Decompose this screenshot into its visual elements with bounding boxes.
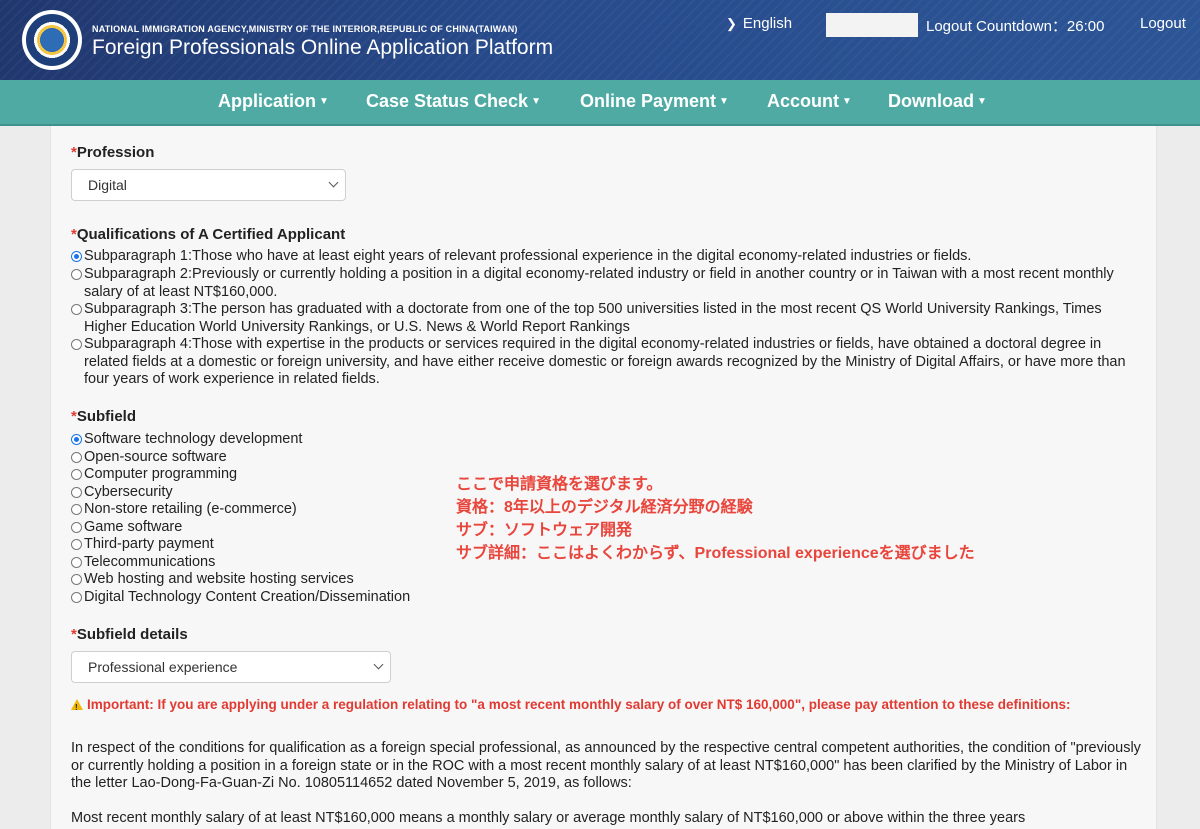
language-switch[interactable]: ❯ English bbox=[726, 15, 792, 32]
subfield-option[interactable]: Telecommunications bbox=[71, 554, 464, 572]
subfield-option[interactable]: Computer programming bbox=[71, 466, 464, 484]
important-notice: Important: If you are applying under a r… bbox=[71, 697, 1131, 716]
chevron-down-icon bbox=[373, 659, 384, 670]
radio[interactable] bbox=[71, 504, 82, 515]
radio-selected[interactable] bbox=[71, 251, 82, 262]
subfield-option[interactable]: Cybersecurity bbox=[71, 484, 464, 502]
platform-title[interactable]: Foreign Professionals Online Application… bbox=[92, 36, 553, 60]
radio[interactable] bbox=[71, 451, 82, 463]
chevron-down-icon bbox=[328, 177, 339, 188]
caret-down-icon: ▼ bbox=[719, 96, 729, 107]
salary-definition-paragraph: Most recent monthly salary of at least N… bbox=[71, 810, 1026, 826]
profession-select[interactable]: Digital bbox=[71, 169, 346, 201]
nav-account[interactable]: Account ▼ bbox=[767, 91, 852, 112]
radio[interactable] bbox=[71, 469, 82, 480]
radio[interactable] bbox=[71, 591, 82, 603]
qualification-option-4[interactable]: Subparagraph 4:Those with expertise in t… bbox=[71, 336, 1134, 389]
nav-online-payment[interactable]: Online Payment ▼ bbox=[580, 91, 729, 112]
agency-name: NATIONAL IMMIGRATION AGENCY,MINISTRY OF … bbox=[92, 24, 518, 34]
warning-icon bbox=[71, 699, 83, 716]
radio[interactable] bbox=[71, 539, 82, 550]
nav-case-status-check[interactable]: Case Status Check ▼ bbox=[366, 91, 541, 112]
subfield-option[interactable]: Open-source software bbox=[71, 449, 464, 467]
radio[interactable] bbox=[71, 269, 82, 280]
logout-countdown: Logout Countdown：26:00 bbox=[926, 18, 1105, 35]
qualifications-label: *Qualifications of A Certified Applicant bbox=[71, 226, 346, 243]
qualification-option-3[interactable]: Subparagraph 3:The person has graduated … bbox=[71, 301, 1134, 336]
qualification-option-2[interactable]: Subparagraph 2:Previously or currently h… bbox=[71, 266, 1134, 301]
radio[interactable] bbox=[71, 304, 82, 315]
radio[interactable] bbox=[71, 486, 82, 498]
subfield-option[interactable]: Game software bbox=[71, 519, 464, 537]
subfield-details-select[interactable]: Professional experience bbox=[71, 651, 391, 683]
radio[interactable] bbox=[71, 556, 82, 568]
agency-logo[interactable] bbox=[22, 10, 82, 70]
qualification-option-1[interactable]: Subparagraph 1:Those who have at least e… bbox=[71, 248, 1134, 266]
radio-selected[interactable] bbox=[71, 434, 82, 445]
logout-link[interactable]: Logout bbox=[1140, 15, 1186, 32]
caret-down-icon: ▼ bbox=[319, 96, 329, 107]
subfield-option[interactable]: Non-store retailing (e-commerce) bbox=[71, 501, 464, 519]
language-label: English bbox=[742, 15, 793, 32]
screenshot-annotation: ここで申請資格を選びます。 資格：8年以上のデジタル経済分野の経験 サブ：ソフト… bbox=[456, 476, 975, 562]
radio[interactable] bbox=[71, 339, 82, 350]
caret-down-icon: ▼ bbox=[842, 96, 852, 107]
radio[interactable] bbox=[71, 521, 82, 533]
nav-application[interactable]: Application ▼ bbox=[218, 91, 329, 112]
subfield-option[interactable]: Digital Technology Content Creation/Diss… bbox=[71, 589, 464, 607]
site-header: NATIONAL IMMIGRATION AGENCY,MINISTRY OF … bbox=[0, 0, 1200, 80]
chevron-right-icon: ❯ bbox=[726, 16, 737, 31]
subfield-option[interactable]: Software technology development bbox=[71, 431, 464, 449]
username-box bbox=[826, 13, 918, 37]
caret-down-icon: ▼ bbox=[531, 96, 541, 107]
salary-clarification-paragraph: In respect of the conditions for qualifi… bbox=[71, 740, 1141, 791]
emblem-icon bbox=[26, 14, 78, 66]
radio[interactable] bbox=[71, 574, 82, 585]
main-nav: Application ▼ Case Status Check ▼ Online P… bbox=[0, 80, 1200, 126]
caret-down-icon: ▼ bbox=[977, 96, 987, 107]
subfield-details-label: *Subfield details bbox=[71, 626, 188, 643]
nav-download[interactable]: Download ▼ bbox=[888, 91, 987, 112]
subfield-option[interactable]: Third-party payment bbox=[71, 536, 464, 554]
subfield-option[interactable]: Web hosting and website hosting services bbox=[71, 571, 464, 589]
subfield-label: *Subfield bbox=[71, 408, 137, 425]
profession-label: *Profession bbox=[71, 144, 155, 161]
